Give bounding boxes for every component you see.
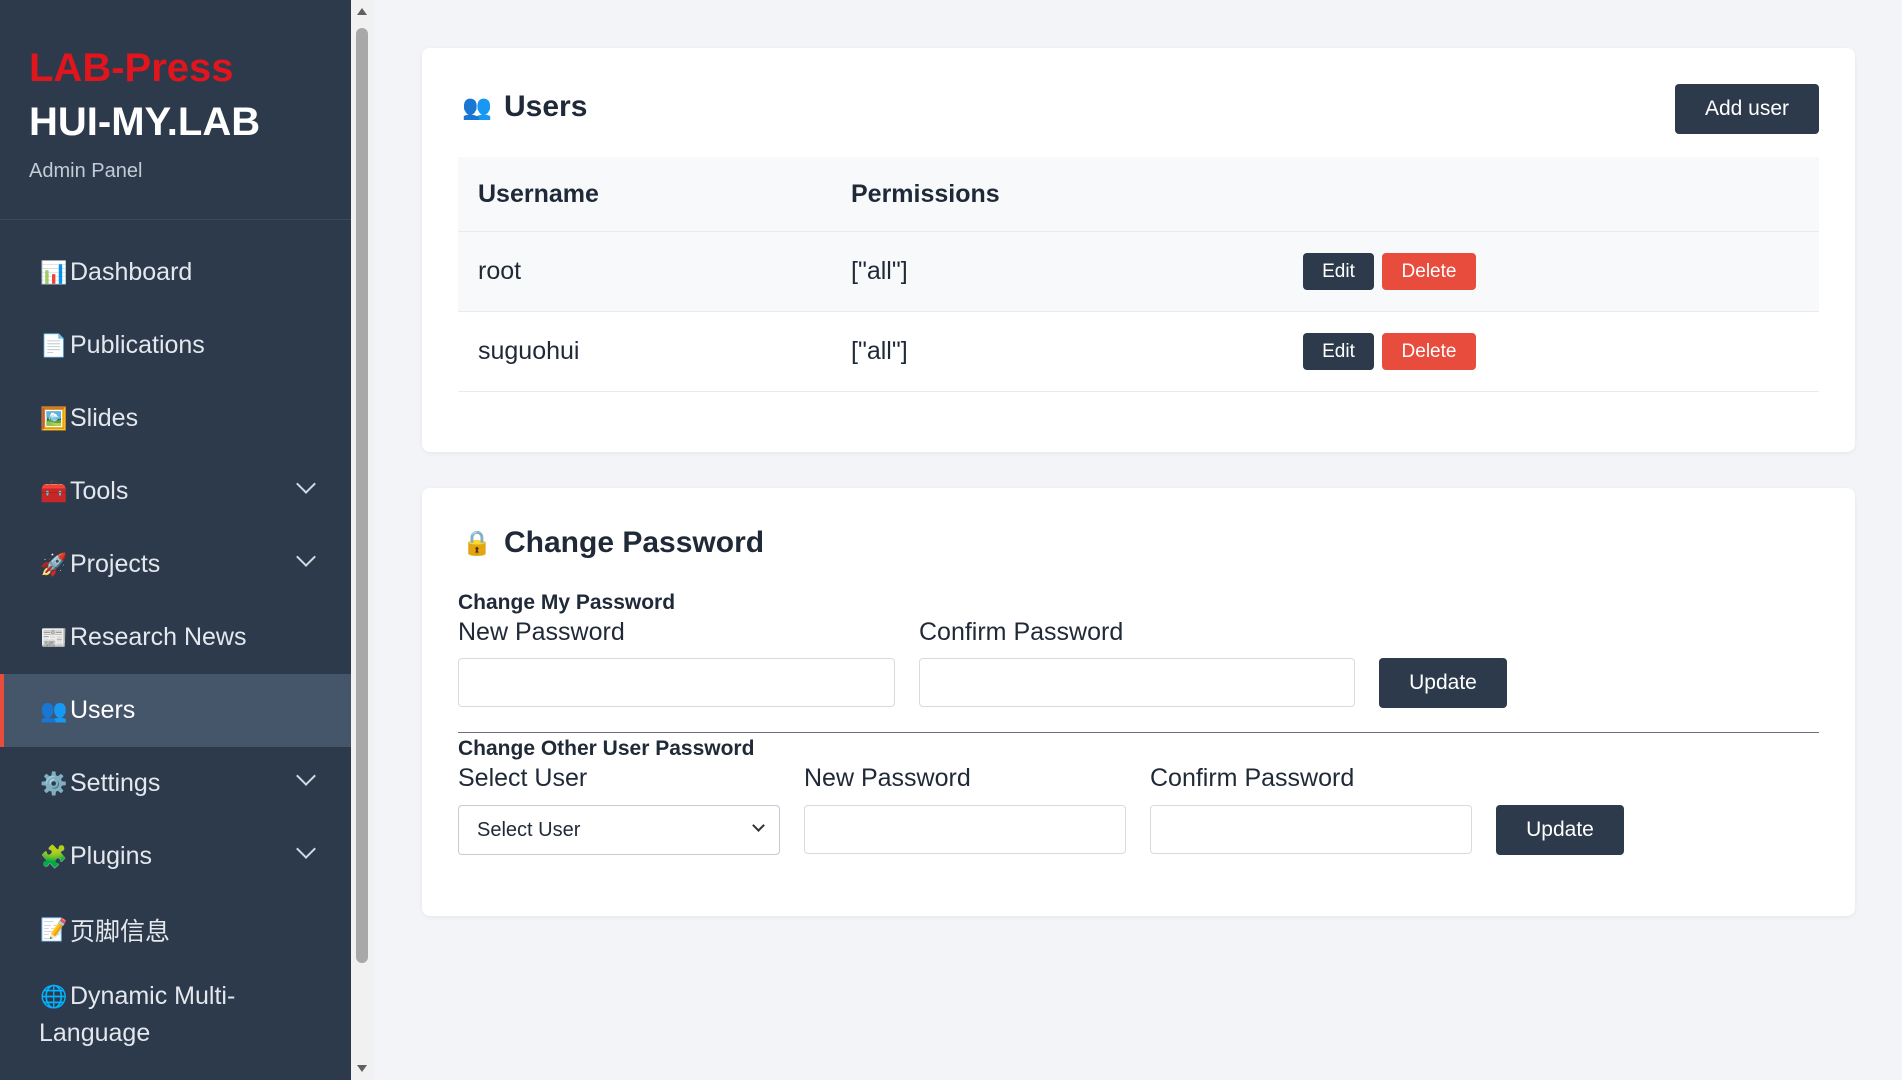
select-user-label: Select User	[458, 764, 588, 792]
toolbox-icon: 🧰	[40, 478, 68, 504]
row-actions: Edit Delete	[1303, 253, 1476, 290]
users-icon: 👥	[462, 93, 492, 121]
change-password-title-text: Change Password	[504, 526, 765, 559]
delete-button[interactable]: Delete	[1382, 333, 1476, 370]
delete-button[interactable]: Delete	[1382, 253, 1476, 290]
sidebar-item-label: Slides	[70, 404, 139, 432]
sidebar-item-plugins[interactable]: 🧩 Plugins	[0, 820, 351, 893]
add-user-button[interactable]: Add user	[1675, 84, 1819, 134]
sidebar-item-label: Tools	[70, 477, 129, 505]
update-other-password-button[interactable]: Update	[1496, 805, 1624, 855]
gear-icon: ⚙️	[40, 770, 68, 796]
lock-icon: 🔒	[462, 529, 492, 557]
table-row: suguohui ["all"] Edit Delete	[458, 312, 1819, 392]
table-row: root ["all"] Edit Delete	[458, 232, 1819, 312]
sidebar-item-projects[interactable]: 🚀 Projects	[0, 528, 351, 601]
sidebar-nav: 📊 Dashboard 📄 Publications 🖼️ Slides 🧰 T…	[0, 236, 351, 1050]
change-password-card: 🔒 Change Password Change My Password New…	[422, 488, 1855, 916]
sidebar-item-settings[interactable]: ⚙️ Settings	[0, 747, 351, 820]
brand: LAB-Press HUI-MY.LAB Admin Panel	[0, 0, 351, 220]
sidebar-item-label: 页脚信息	[70, 917, 171, 946]
my-confirm-password-label: Confirm Password	[919, 618, 1124, 646]
cell-permissions: ["all"]	[851, 257, 908, 285]
cell-username: suguohui	[478, 337, 580, 365]
sidebar-item-users[interactable]: 👥 Users	[0, 674, 351, 747]
other-new-password-input[interactable]	[804, 805, 1126, 854]
table-header: Username Permissions	[458, 157, 1819, 232]
edit-button[interactable]: Edit	[1303, 333, 1374, 370]
chevron-down-icon[interactable]	[296, 839, 316, 859]
column-header-username: Username	[478, 179, 599, 208]
my-new-password-input[interactable]	[458, 658, 895, 707]
select-user-dropdown[interactable]: Select User	[458, 805, 780, 855]
edit-button[interactable]: Edit	[1303, 253, 1374, 290]
rocket-icon: 🚀	[40, 551, 68, 577]
sidebar-item-tools[interactable]: 🧰 Tools	[0, 455, 351, 528]
column-header-permissions: Permissions	[851, 179, 1000, 208]
users-title-text: Users	[504, 90, 588, 123]
brand-name[interactable]: HUI-MY.LAB	[29, 94, 322, 150]
users-card-title: 👥 Users	[462, 90, 587, 124]
globe-icon: 🌐	[40, 984, 68, 1009]
sidebar-item-dashboard[interactable]: 📊 Dashboard	[0, 236, 351, 309]
chevron-down-icon[interactable]	[296, 766, 316, 786]
users-icon: 👥	[40, 697, 68, 723]
puzzle-icon: 🧩	[40, 843, 68, 869]
sidebar-item-label: Research News	[70, 623, 247, 651]
users-card: 👥 Users Add user Username Permissions ro…	[422, 48, 1855, 452]
document-icon: 📄	[40, 332, 68, 358]
sidebar-item-label: Projects	[70, 550, 161, 578]
sidebar-item-publications[interactable]: 📄 Publications	[0, 309, 351, 382]
sidebar-item-label: Publications	[70, 331, 205, 359]
sidebar: LAB-Press HUI-MY.LAB Admin Panel 📊 Dashb…	[0, 0, 351, 1080]
update-my-password-button[interactable]: Update	[1379, 658, 1507, 708]
change-my-password-heading: Change My Password	[458, 591, 676, 614]
picture-icon: 🖼️	[40, 405, 68, 431]
sidebar-item-multi-language[interactable]: 🌐 Dynamic Multi- Language	[0, 966, 351, 1050]
sidebar-item-label: Plugins	[70, 842, 152, 870]
sidebar-item-footer-info[interactable]: 📝 页脚信息	[0, 893, 351, 966]
sidebar-item-label: Dashboard	[70, 258, 193, 286]
chevron-down-icon	[752, 819, 765, 832]
row-actions: Edit Delete	[1303, 333, 1476, 370]
brand-lab-press[interactable]: LAB-Press	[29, 42, 322, 94]
scroll-down-arrow-icon[interactable]	[357, 1065, 367, 1072]
sidebar-scrollbar[interactable]	[351, 0, 373, 1080]
chevron-down-icon[interactable]	[296, 547, 316, 567]
scroll-up-arrow-icon[interactable]	[357, 8, 367, 15]
memo-icon: 📝	[40, 916, 68, 942]
other-confirm-password-label: Confirm Password	[1150, 764, 1355, 792]
change-other-password-heading: Change Other User Password	[458, 737, 755, 760]
cell-permissions: ["all"]	[851, 337, 908, 365]
dashboard-icon: 📊	[40, 259, 68, 285]
chevron-down-icon[interactable]	[296, 474, 316, 494]
brand-subtitle: Admin Panel	[29, 160, 143, 182]
other-new-password-label: New Password	[804, 764, 971, 792]
sidebar-item-label: Settings	[70, 769, 161, 797]
sidebar-item-label-continued: Language	[39, 1019, 151, 1047]
newspaper-icon: 📰	[40, 624, 68, 650]
users-table: Username Permissions root ["all"] Edit D…	[458, 157, 1819, 392]
sidebar-item-slides[interactable]: 🖼️ Slides	[0, 382, 351, 455]
other-confirm-password-input[interactable]	[1150, 805, 1472, 854]
cell-username: root	[478, 257, 522, 285]
my-confirm-password-input[interactable]	[919, 658, 1355, 707]
scroll-thumb[interactable]	[356, 28, 368, 963]
my-new-password-label: New Password	[458, 618, 625, 646]
sidebar-item-research-news[interactable]: 📰 Research News	[0, 601, 351, 674]
sidebar-item-label: Users	[70, 696, 136, 724]
section-divider	[458, 732, 1819, 733]
sidebar-item-label: Dynamic Multi-	[70, 982, 236, 1010]
change-password-title: 🔒 Change Password	[462, 526, 764, 560]
select-user-value: Select User	[477, 818, 581, 841]
